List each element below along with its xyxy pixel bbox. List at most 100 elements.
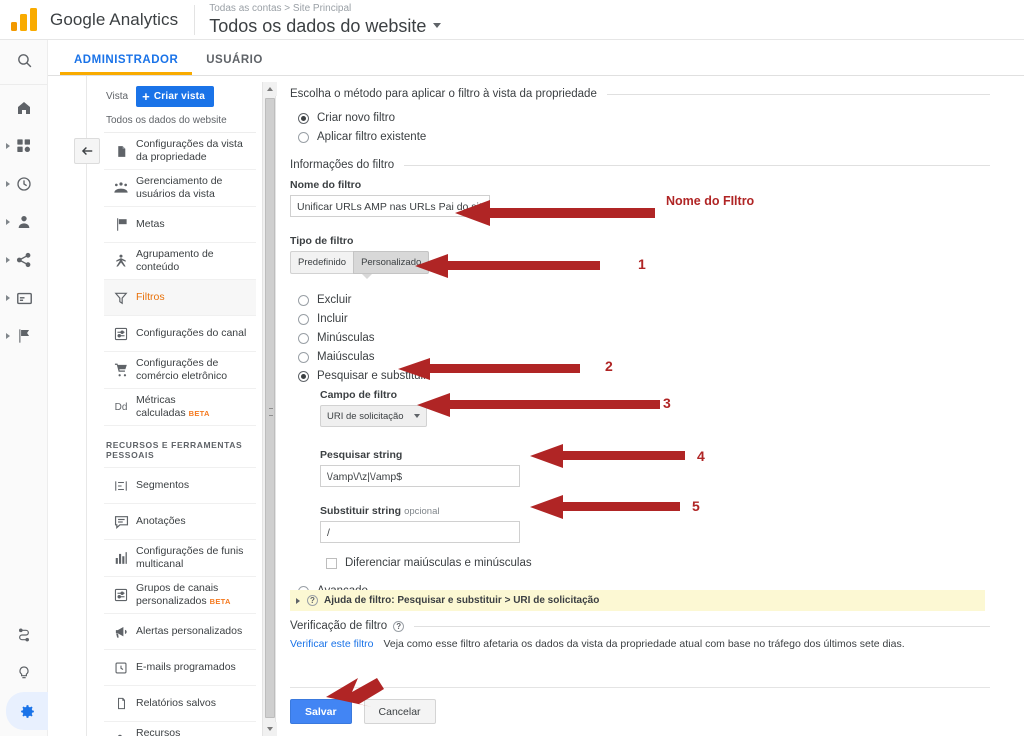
sidebar-item-label: Filtros — [136, 291, 165, 303]
radio-button[interactable] — [298, 370, 309, 382]
toggle-personalizado[interactable]: Personalizado — [353, 251, 430, 274]
sidebar-item-multichannel-funnels[interactable]: Configurações de funis multicanal — [104, 540, 256, 577]
expand-arrow-icon[interactable] — [6, 295, 10, 301]
channel-settings-icon — [106, 588, 136, 602]
tab-administrador[interactable]: ADMINISTRADOR — [60, 54, 192, 75]
radio-maiusculas[interactable]: Maiúsculas — [298, 351, 990, 363]
radio-apply-existing-filter[interactable]: Aplicar filtro existente — [298, 131, 990, 143]
expand-arrow-icon[interactable] — [6, 143, 10, 149]
replace-string-label-text: Substituir string — [320, 505, 402, 517]
sidebar-item-scheduled-emails[interactable]: E-mails programados — [104, 650, 256, 686]
expand-arrow-icon — [296, 597, 300, 604]
radio-label: Maiúsculas — [317, 351, 375, 363]
divider — [86, 76, 87, 736]
sidebar-item-home[interactable] — [0, 89, 48, 127]
sidebar-item-view-settings[interactable]: Configurações da vista da propriedade — [104, 133, 256, 170]
gear-icon[interactable] — [6, 692, 48, 730]
expand-arrow-icon[interactable] — [6, 333, 10, 339]
admin-menu-pane: Vista + Criar vista Todos os dados do we… — [104, 82, 256, 736]
chevron-down-icon — [413, 414, 420, 418]
expand-arrow-icon[interactable] — [6, 181, 10, 187]
tab-usuario[interactable]: USUÁRIO — [192, 54, 277, 75]
page-title-text: Todos os dados do website — [209, 15, 427, 36]
sidebar-item-behavior[interactable] — [0, 279, 48, 317]
radio-label: Excluir — [317, 294, 352, 306]
scroll-up-arrow-icon[interactable] — [263, 82, 277, 96]
account-selector[interactable]: Todas as contas > Site Principal Todos o… — [209, 3, 442, 37]
sidebar-item-label: Configurações de comércio eletrônico — [136, 357, 228, 382]
case-sensitive-checkbox[interactable] — [326, 557, 337, 569]
filter-field-value: URI de solicitação — [327, 410, 404, 422]
radio-create-new-filter[interactable]: Criar novo filtro — [298, 112, 990, 124]
radio-button[interactable] — [298, 131, 309, 143]
alarm-clock-icon — [106, 661, 136, 675]
radio-minusculas[interactable]: Minúsculas — [298, 332, 990, 344]
filter-help-bar[interactable]: ? Ajuda de filtro: Pesquisar e substitui… — [290, 590, 985, 611]
legend-rule — [404, 164, 990, 166]
sidebar-item-annotations[interactable]: Anotações — [104, 504, 256, 540]
sidebar-item-custom-alerts[interactable]: Alertas personalizados — [104, 614, 256, 650]
admin-pane-scrollbar[interactable] — [262, 82, 277, 736]
create-view-button[interactable]: + Criar vista — [136, 86, 214, 107]
sidebar-item-label: Alertas personalizados — [136, 625, 243, 637]
save-button[interactable]: Salvar — [290, 699, 352, 724]
rail-bottom-group — [0, 616, 48, 730]
sidebar-item-user-management[interactable]: Gerenciamento de usuários da vista — [104, 170, 256, 207]
sidebar-item-label: Segmentos — [136, 479, 190, 491]
replace-string-input[interactable]: / — [320, 521, 520, 543]
back-arrow-button[interactable] — [74, 138, 100, 164]
cart-icon — [106, 363, 136, 378]
sidebar-item-ecommerce-settings[interactable]: Configurações de comércio eletrônico — [104, 352, 256, 389]
plus-icon: + — [142, 89, 150, 104]
scroll-down-arrow-icon[interactable] — [263, 722, 277, 736]
radio-excluir[interactable]: Excluir — [298, 294, 990, 306]
filter-name-input[interactable]: Unificar URLs AMP nas URLs Pai do site — [290, 195, 490, 217]
search-string-input[interactable]: \/amp\/\z|\/amp$ — [320, 465, 520, 487]
help-question-icon[interactable]: ? — [393, 620, 405, 632]
search-icon[interactable] — [0, 40, 48, 80]
lightbulb-icon[interactable] — [0, 654, 48, 692]
sidebar-item-acquisition[interactable] — [0, 241, 48, 279]
sidebar-item-channel-settings[interactable]: Configurações do canal — [104, 316, 256, 352]
radio-label: Minúsculas — [317, 332, 375, 344]
radio-button[interactable] — [298, 351, 309, 363]
sidebar-item-shared-resources[interactable]: Recursos compartilhados — [104, 722, 256, 736]
sidebar-item-custom-channel-groups[interactable]: Grupos de canais personalizados BETA — [104, 577, 256, 614]
radio-button[interactable] — [298, 112, 309, 124]
discover-flow-icon[interactable] — [0, 616, 48, 654]
sidebar-item-realtime[interactable] — [0, 165, 48, 203]
filter-field-select[interactable]: URI de solicitação — [320, 405, 427, 427]
legend-rule — [606, 93, 990, 95]
sidebar-item-saved-reports[interactable]: Relatórios salvos — [104, 686, 256, 722]
replace-string-label: Substituir string opcional — [320, 505, 990, 517]
case-sensitive-row[interactable]: Diferenciar maiúsculas e minúsculas — [326, 557, 990, 569]
expand-arrow-icon[interactable] — [6, 219, 10, 225]
sidebar-item-label: Gerenciamento de usuários da vista — [136, 175, 223, 200]
sidebar-item-segments[interactable]: Segmentos — [104, 468, 256, 504]
sidebar-item-conversions[interactable] — [0, 317, 48, 355]
filter-field-label: Campo de filtro — [320, 389, 398, 401]
radio-pesquisar-e-substituir[interactable]: Pesquisar e substituir — [298, 370, 990, 382]
radio-button[interactable] — [298, 313, 309, 325]
sidebar-item-goals[interactable]: Metas — [104, 207, 256, 243]
cancel-button[interactable]: Cancelar — [363, 699, 436, 724]
legend-rule — [414, 625, 990, 627]
expand-arrow-icon[interactable] — [6, 257, 10, 263]
toggle-predefinido[interactable]: Predefinido — [290, 251, 354, 274]
verify-filter-link[interactable]: Verificar este filtro — [290, 638, 373, 650]
sidebar-item-filtros[interactable]: Filtros — [104, 280, 256, 316]
sidebar-item-customization[interactable] — [0, 127, 48, 165]
scrollbar-thumb[interactable] — [265, 98, 275, 718]
sidebar-item-label: Agrupamento de conteúdo — [136, 248, 214, 273]
sidebar-item-calculated-metrics[interactable]: Dd Métricas calculadas BETA — [104, 389, 256, 426]
sidebar-item-content-grouping[interactable]: Agrupamento de conteúdo — [104, 243, 256, 280]
section-header-personal-tools: RECURSOS E FERRAMENTAS PESSOAIS — [104, 426, 256, 468]
sidebar-item-label: Configurações de funis multicanal — [136, 545, 244, 570]
radio-button[interactable] — [298, 332, 309, 344]
google-analytics-logo-icon — [10, 7, 40, 33]
radio-incluir[interactable]: Incluir — [298, 313, 990, 325]
verification-section: Verificação de filtro ? Verificar este f… — [290, 620, 990, 650]
radio-button[interactable] — [298, 294, 309, 306]
chevron-down-icon[interactable] — [433, 23, 442, 28]
sidebar-item-audience[interactable] — [0, 203, 48, 241]
